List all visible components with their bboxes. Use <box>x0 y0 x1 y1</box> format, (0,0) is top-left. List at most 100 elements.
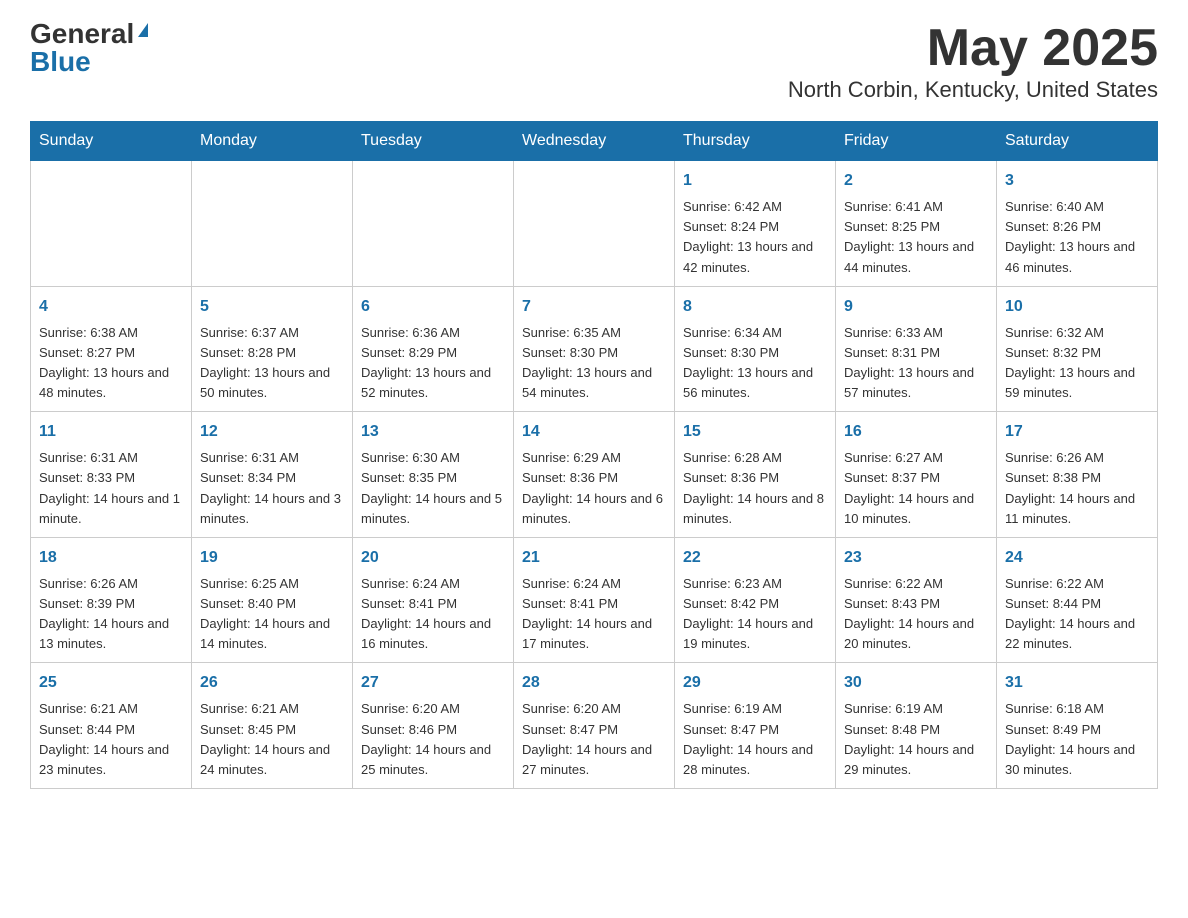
day-number: 23 <box>844 546 988 570</box>
day-info: Sunrise: 6:31 AMSunset: 8:33 PMDaylight:… <box>39 448 183 529</box>
page-header: General Blue May 2025 North Corbin, Kent… <box>30 20 1158 103</box>
logo-triangle-icon <box>138 23 148 37</box>
table-row <box>192 161 353 287</box>
day-number: 3 <box>1005 169 1149 193</box>
day-info: Sunrise: 6:32 AMSunset: 8:32 PMDaylight:… <box>1005 323 1149 404</box>
calendar-week-row: 4Sunrise: 6:38 AMSunset: 8:27 PMDaylight… <box>31 286 1158 412</box>
day-info: Sunrise: 6:26 AMSunset: 8:39 PMDaylight:… <box>39 574 183 655</box>
table-row: 15Sunrise: 6:28 AMSunset: 8:36 PMDayligh… <box>675 412 836 538</box>
day-info: Sunrise: 6:30 AMSunset: 8:35 PMDaylight:… <box>361 448 505 529</box>
table-row: 14Sunrise: 6:29 AMSunset: 8:36 PMDayligh… <box>514 412 675 538</box>
logo: General Blue <box>30 20 148 76</box>
col-tuesday: Tuesday <box>353 122 514 161</box>
table-row: 1 Sunrise: 6:42 AMSunset: 8:24 PMDaylight… <box>675 161 836 287</box>
day-number: 20 <box>361 546 505 570</box>
day-number: 16 <box>844 420 988 444</box>
table-row: 30 Sunrise: 6:19 AMSunset: 8:48 PMDayligh… <box>836 663 997 789</box>
day-number: 13 <box>361 420 505 444</box>
day-info: Sunrise: 6:19 AMSunset: 8:48 PMDaylight:… <box>844 699 988 780</box>
day-info: Sunrise: 6:33 AMSunset: 8:31 PMDaylight:… <box>844 323 988 404</box>
day-info: Sunrise: 6:20 AMSunset: 8:46 PMDaylight:… <box>361 699 505 780</box>
table-row: 31 Sunrise: 6:18 AMSunset: 8:49 PMDayligh… <box>997 663 1158 789</box>
table-row: 12 Sunrise: 6:31 AMSunset: 8:34 PMDayligh… <box>192 412 353 538</box>
title-block: May 2025 North Corbin, Kentucky, United … <box>788 20 1158 103</box>
logo-general: General <box>30 20 134 48</box>
col-sunday: Sunday <box>31 122 192 161</box>
day-info: Sunrise: 6:21 AMSunset: 8:45 PMDaylight:… <box>200 699 344 780</box>
calendar-week-row: 1 Sunrise: 6:42 AMSunset: 8:24 PMDaylight… <box>31 161 1158 287</box>
calendar-header-row: Sunday Monday Tuesday Wednesday Thursday… <box>31 122 1158 161</box>
day-info: Sunrise: 6:35 AMSunset: 8:30 PMDaylight:… <box>522 323 666 404</box>
table-row: 24 Sunrise: 6:22 AMSunset: 8:44 PMDayligh… <box>997 537 1158 663</box>
table-row: 18 Sunrise: 6:26 AMSunset: 8:39 PMDayligh… <box>31 537 192 663</box>
table-row: 22 Sunrise: 6:23 AMSunset: 8:42 PMDayligh… <box>675 537 836 663</box>
day-number: 28 <box>522 671 666 695</box>
calendar-week-row: 25Sunrise: 6:21 AMSunset: 8:44 PMDayligh… <box>31 663 1158 789</box>
day-info: Sunrise: 6:20 AMSunset: 8:47 PMDaylight:… <box>522 699 666 780</box>
table-row: 27 Sunrise: 6:20 AMSunset: 8:46 PMDayligh… <box>353 663 514 789</box>
day-info: Sunrise: 6:19 AMSunset: 8:47 PMDaylight:… <box>683 699 827 780</box>
day-number: 8 <box>683 295 827 319</box>
table-row: 6Sunrise: 6:36 AMSunset: 8:29 PMDaylight… <box>353 286 514 412</box>
col-wednesday: Wednesday <box>514 122 675 161</box>
day-info: Sunrise: 6:41 AMSunset: 8:25 PMDaylight:… <box>844 197 988 278</box>
day-info: Sunrise: 6:23 AMSunset: 8:42 PMDaylight:… <box>683 574 827 655</box>
day-number: 31 <box>1005 671 1149 695</box>
day-info: Sunrise: 6:37 AMSunset: 8:28 PMDaylight:… <box>200 323 344 404</box>
day-number: 9 <box>844 295 988 319</box>
day-number: 21 <box>522 546 666 570</box>
day-info: Sunrise: 6:28 AMSunset: 8:36 PMDaylight:… <box>683 448 827 529</box>
day-number: 18 <box>39 546 183 570</box>
table-row: 23 Sunrise: 6:22 AMSunset: 8:43 PMDayligh… <box>836 537 997 663</box>
table-row <box>514 161 675 287</box>
day-number: 24 <box>1005 546 1149 570</box>
day-info: Sunrise: 6:40 AMSunset: 8:26 PMDaylight:… <box>1005 197 1149 278</box>
calendar-table: Sunday Monday Tuesday Wednesday Thursday… <box>30 121 1158 789</box>
day-number: 1 <box>683 169 827 193</box>
day-info: Sunrise: 6:34 AMSunset: 8:30 PMDaylight:… <box>683 323 827 404</box>
table-row: 19Sunrise: 6:25 AMSunset: 8:40 PMDayligh… <box>192 537 353 663</box>
calendar-week-row: 18 Sunrise: 6:26 AMSunset: 8:39 PMDayligh… <box>31 537 1158 663</box>
col-saturday: Saturday <box>997 122 1158 161</box>
table-row: 11Sunrise: 6:31 AMSunset: 8:33 PMDayligh… <box>31 412 192 538</box>
table-row: 26Sunrise: 6:21 AMSunset: 8:45 PMDayligh… <box>192 663 353 789</box>
day-number: 17 <box>1005 420 1149 444</box>
day-info: Sunrise: 6:31 AMSunset: 8:34 PMDaylight:… <box>200 448 344 529</box>
table-row: 7 Sunrise: 6:35 AMSunset: 8:30 PMDaylight… <box>514 286 675 412</box>
table-row <box>31 161 192 287</box>
table-row: 13 Sunrise: 6:30 AMSunset: 8:35 PMDayligh… <box>353 412 514 538</box>
day-number: 22 <box>683 546 827 570</box>
day-number: 30 <box>844 671 988 695</box>
calendar-title: May 2025 <box>788 20 1158 77</box>
day-info: Sunrise: 6:22 AMSunset: 8:43 PMDaylight:… <box>844 574 988 655</box>
calendar-subtitle: North Corbin, Kentucky, United States <box>788 77 1158 103</box>
day-number: 2 <box>844 169 988 193</box>
day-info: Sunrise: 6:18 AMSunset: 8:49 PMDaylight:… <box>1005 699 1149 780</box>
day-number: 14 <box>522 420 666 444</box>
day-info: Sunrise: 6:42 AMSunset: 8:24 PMDaylight:… <box>683 197 827 278</box>
table-row: 21 Sunrise: 6:24 AMSunset: 8:41 PMDayligh… <box>514 537 675 663</box>
table-row: 4Sunrise: 6:38 AMSunset: 8:27 PMDaylight… <box>31 286 192 412</box>
table-row: 25Sunrise: 6:21 AMSunset: 8:44 PMDayligh… <box>31 663 192 789</box>
logo-blue: Blue <box>30 46 91 77</box>
day-info: Sunrise: 6:24 AMSunset: 8:41 PMDaylight:… <box>361 574 505 655</box>
day-info: Sunrise: 6:36 AMSunset: 8:29 PMDaylight:… <box>361 323 505 404</box>
table-row: 9 Sunrise: 6:33 AMSunset: 8:31 PMDaylight… <box>836 286 997 412</box>
day-number: 5 <box>200 295 344 319</box>
table-row: 20 Sunrise: 6:24 AMSunset: 8:41 PMDayligh… <box>353 537 514 663</box>
day-info: Sunrise: 6:24 AMSunset: 8:41 PMDaylight:… <box>522 574 666 655</box>
day-number: 29 <box>683 671 827 695</box>
day-info: Sunrise: 6:22 AMSunset: 8:44 PMDaylight:… <box>1005 574 1149 655</box>
day-number: 7 <box>522 295 666 319</box>
table-row: 17 Sunrise: 6:26 AMSunset: 8:38 PMDayligh… <box>997 412 1158 538</box>
day-number: 27 <box>361 671 505 695</box>
table-row: 8 Sunrise: 6:34 AMSunset: 8:30 PMDaylight… <box>675 286 836 412</box>
day-number: 4 <box>39 295 183 319</box>
table-row: 29 Sunrise: 6:19 AMSunset: 8:47 PMDayligh… <box>675 663 836 789</box>
table-row: 2 Sunrise: 6:41 AMSunset: 8:25 PMDaylight… <box>836 161 997 287</box>
table-row: 28 Sunrise: 6:20 AMSunset: 8:47 PMDayligh… <box>514 663 675 789</box>
day-number: 12 <box>200 420 344 444</box>
day-info: Sunrise: 6:26 AMSunset: 8:38 PMDaylight:… <box>1005 448 1149 529</box>
day-info: Sunrise: 6:21 AMSunset: 8:44 PMDaylight:… <box>39 699 183 780</box>
day-number: 19 <box>200 546 344 570</box>
